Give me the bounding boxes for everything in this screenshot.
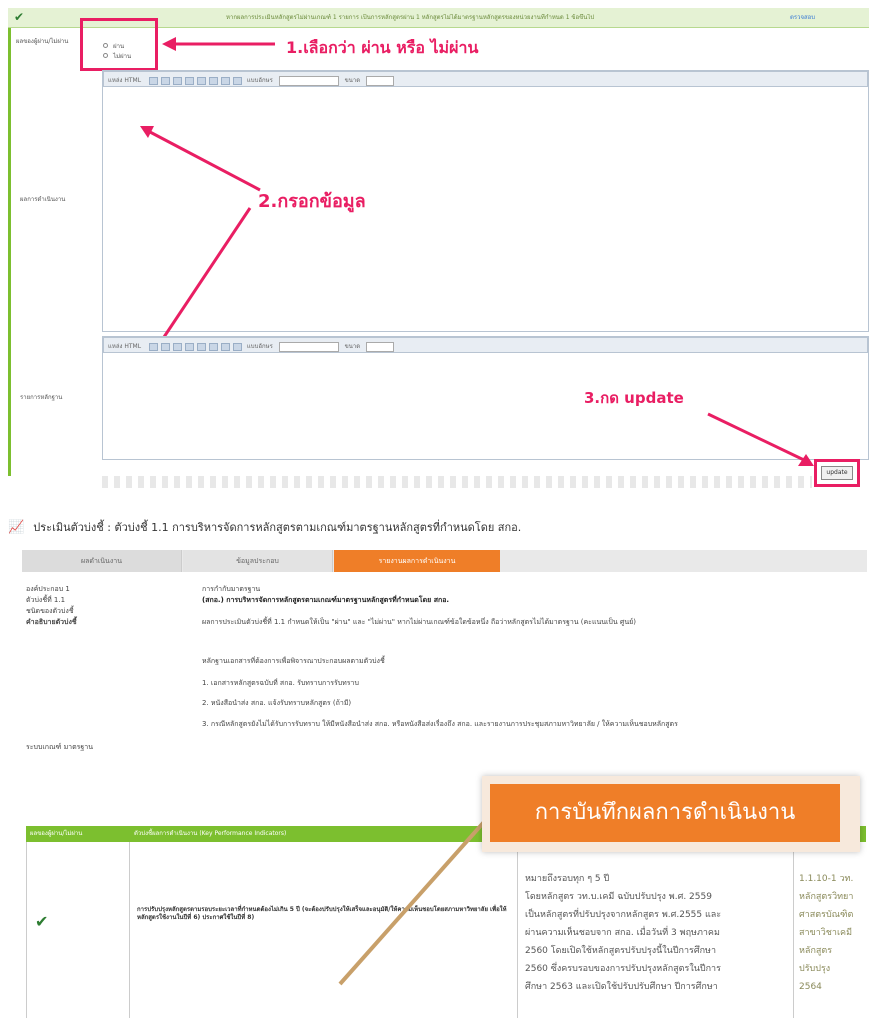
tab-bar: ผลดำเนินงาน ข้อมูลประกอบ รายงานผลการดำเน…	[22, 550, 867, 572]
size-select-2[interactable]	[366, 341, 395, 352]
indicator-label: ตัวบ่งชี้ที่ 1.1	[26, 596, 66, 604]
font-label-2: แบบอักษร	[246, 343, 273, 350]
indicator-value: (สกอ.) การบริหารจัดการหลักสูตรตามเกณฑ์มา…	[202, 596, 450, 604]
row-result: หมายถึงรอบทุก ๆ 5 ปี โดยหลักสูตร วท.บ.เค…	[525, 874, 722, 992]
callout-box: การบันทึกผลการดำเนินงาน	[482, 776, 860, 852]
annotation-step3: 3.กด update	[584, 389, 684, 407]
performance-label: ผลการดำเนินงาน	[20, 196, 66, 203]
update-button-highlight: update	[814, 459, 860, 487]
font-select-2[interactable]	[278, 341, 339, 352]
arrow-step1-icon	[162, 37, 275, 51]
evidence-intro: หลักฐานเอกสารที่ต้องการเพื่อพิจารณาประกอ…	[202, 657, 385, 665]
evidence-label: รายการหลักฐาน	[20, 394, 63, 401]
result-options: ผ่าน ไม่ผ่าน	[80, 18, 158, 71]
header-check-icon: ✔	[14, 10, 25, 24]
criteria-label: ระบบเกณฑ์ มาตรฐาน	[26, 743, 93, 751]
color-icon[interactable]	[232, 76, 242, 85]
table-header-mid: ตัวบ่งชี้ผลการดำเนินงาน (Key Performance…	[134, 830, 287, 837]
italic-icon[interactable]	[160, 342, 170, 351]
table-divider-2	[517, 842, 518, 1018]
evidence-item-3: 3. กรณีหลักสูตรยังไม่ได้รับการรับทราบ ให…	[202, 720, 678, 728]
list-icon[interactable]	[172, 342, 182, 351]
image-icon[interactable]	[208, 76, 218, 85]
evidence-item-1: 1. เอกสารหลักสูตรฉบับที่ สกอ. รับทราบการ…	[202, 679, 359, 687]
callout-text: การบันทึกผลการดำเนินงาน	[534, 800, 796, 825]
component-value: การกำกับมาตรฐาน	[202, 585, 261, 593]
size-select[interactable]	[366, 75, 395, 86]
type-label: ชนิดของตัวบ่งชี้	[26, 607, 74, 615]
link-icon[interactable]	[184, 76, 194, 85]
row-check-icon: ✔	[35, 912, 49, 931]
chart-icon: 📈	[8, 520, 25, 535]
bottom-screenshot: 📈 ประเมินตัวบ่งชี้ : ตัวบ่งชี้ 1.1 การบร…	[0, 500, 869, 1018]
tab-report[interactable]: รายงานผลการดำเนินงาน	[334, 550, 500, 572]
header-link[interactable]: ตรวจสอบ	[790, 14, 815, 22]
update-button[interactable]: update	[821, 466, 853, 480]
italic-icon[interactable]	[160, 76, 170, 85]
link-icon[interactable]	[184, 342, 194, 351]
evidence-item-2: 2. หนังสือนำส่ง สกอ. แจ้งรับทราบหลักสูตร…	[202, 699, 352, 707]
table-icon[interactable]	[220, 76, 230, 85]
green-left-border	[8, 8, 11, 476]
top-footer-strip	[102, 476, 812, 488]
performance-editor-toolbar: แหล่ง HTML แบบอักษร ขนาด	[103, 71, 868, 87]
list-icon[interactable]	[172, 76, 182, 85]
fail-radio[interactable]	[103, 53, 108, 58]
unlink-icon[interactable]	[196, 76, 206, 85]
bold-icon[interactable]	[148, 342, 158, 351]
top-screenshot: ✔ หากผลการประเมินหลักสูตรไม่ผ่านเกณฑ์ 1 …	[0, 0, 869, 492]
size-label: ขนาด	[344, 77, 361, 84]
tab-result[interactable]: ผลดำเนินงาน	[22, 550, 182, 572]
page-title: ประเมินตัวบ่งชี้ : ตัวบ่งชี้ 1.1 การบริห…	[33, 521, 522, 534]
source-button-2[interactable]: แหล่ง HTML	[108, 343, 141, 350]
result-label: ผลของผู้ผ่าน/ไม่ผ่าน	[16, 38, 69, 45]
table-icon[interactable]	[220, 342, 230, 351]
source-button[interactable]: แหล่ง HTML	[108, 77, 141, 84]
font-label: แบบอักษร	[246, 77, 273, 84]
color-icon[interactable]	[232, 342, 242, 351]
callout-inner: การบันทึกผลการดำเนินงาน	[490, 784, 840, 842]
tab-info[interactable]: ข้อมูลประกอบ	[183, 550, 333, 572]
image-icon[interactable]	[208, 342, 218, 351]
size-label-2: ขนาด	[344, 343, 361, 350]
row-evidence: 1.1.10-1 วท. หลักสูตรวิทยา ศาสตรบัณฑิต ส…	[799, 874, 854, 992]
annotation-step1: 1.เลือกว่า ผ่าน หรือ ไม่ผ่าน	[286, 38, 479, 57]
component-label: องค์ประกอบ 1	[26, 585, 70, 593]
description-label: คำอธิบายตัวบ่งชี้	[26, 618, 77, 626]
header-note: หากผลการประเมินหลักสูตรไม่ผ่านเกณฑ์ 1 รา…	[226, 14, 595, 21]
font-select[interactable]	[278, 75, 339, 86]
annotation-step2: 2.กรอกข้อมูล	[258, 191, 366, 212]
arrow-step3-icon	[707, 412, 814, 466]
unlink-icon[interactable]	[196, 342, 206, 351]
table-divider-1	[129, 842, 130, 1018]
bold-icon[interactable]	[148, 76, 158, 85]
page-title-row: 📈 ประเมินตัวบ่งชี้ : ตัวบ่งชี้ 1.1 การบร…	[8, 516, 868, 536]
table-header-left: ผลของผู้ผ่าน/ไม่ผ่าน	[30, 830, 83, 837]
table-divider-3	[793, 842, 794, 1018]
fail-label: ไม่ผ่าน	[113, 53, 132, 60]
description-value: ผลการประเมินตัวบ่งชี้ที่ 1.1 กำหนดให้เป็…	[202, 618, 636, 626]
evidence-editor-toolbar: แหล่ง HTML แบบอักษร ขนาด	[103, 337, 868, 353]
